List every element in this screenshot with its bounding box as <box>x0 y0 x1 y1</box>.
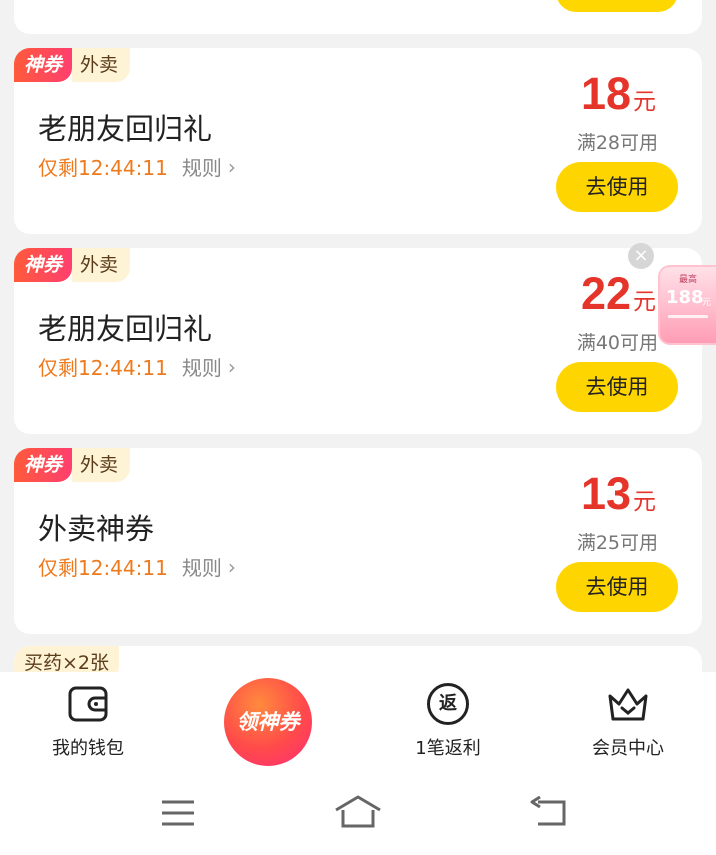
tab-member-label: 会员中心 <box>592 738 664 759</box>
shenquan-badge: 神券 <box>14 448 73 482</box>
use-button[interactable]: 去使用 <box>556 562 678 612</box>
ad-small-text: 最高 <box>678 275 697 285</box>
category-badge: 外卖 <box>72 48 131 82</box>
chevron-right-icon[interactable]: › <box>228 555 236 579</box>
ad-decoration <box>668 315 708 318</box>
category-badge: 外卖 <box>72 448 131 482</box>
close-icon[interactable]: × <box>628 243 654 269</box>
tab-wallet-label: 我的钱包 <box>52 738 124 759</box>
rule-link[interactable]: 规则 <box>182 552 222 581</box>
amount-value: 13 <box>580 468 631 519</box>
menu-icon[interactable] <box>160 798 196 832</box>
coupon-amount: 18 元 <box>581 68 656 120</box>
crown-icon <box>553 682 703 726</box>
previous-coupon-card <box>14 0 702 34</box>
amount-value: 18 <box>580 68 631 119</box>
coupon-card: 神券 外卖 外卖神券 仅剩12:44:11 规则 › 13 元 满25可用 去使… <box>14 448 702 634</box>
coupon-card: 神券 外卖 老朋友回归礼 仅剩12:44:11 规则 › 22 元 满40可用 … <box>14 248 702 434</box>
tab-rebate-label: 1笔返利 <box>415 738 481 759</box>
amount-unit: 元 <box>633 489 656 515</box>
home-icon[interactable] <box>333 794 383 834</box>
floating-red-packet-ad[interactable]: 最高 188 元 <box>658 265 716 345</box>
amount-value: 22 <box>580 268 631 319</box>
category-badge: 外卖 <box>72 248 131 282</box>
rule-link[interactable]: 规则 <box>182 352 222 381</box>
use-condition: 满28可用 <box>576 132 658 154</box>
tab-wallet[interactable]: 我的钱包 <box>13 682 163 760</box>
ad-unit: 元 <box>702 298 712 308</box>
amount-unit: 元 <box>633 289 656 315</box>
coupon-title: 外卖神券 <box>38 512 155 546</box>
chevron-right-icon[interactable]: › <box>228 355 236 379</box>
shenquan-badge: 神券 <box>14 48 73 82</box>
coupon-amount: 22 元 <box>581 268 656 320</box>
use-button[interactable]: 去使用 <box>556 162 678 212</box>
coupon-meta: 仅剩12:44:11 规则 › <box>38 152 236 181</box>
countdown-timer: 仅剩12:44:11 <box>38 356 168 380</box>
coupon-meta: 仅剩12:44:11 规则 › <box>38 552 236 581</box>
coupon-title: 老朋友回归礼 <box>38 312 213 346</box>
tab-rebate[interactable]: 返 1笔返利 <box>373 682 523 760</box>
system-nav-bar <box>0 770 716 855</box>
countdown-timer: 仅剩12:44:11 <box>38 556 168 580</box>
rule-link[interactable]: 规则 <box>182 152 222 181</box>
coupon-tag: 神券 外卖 <box>14 248 131 282</box>
rebate-icon: 返 <box>373 682 523 726</box>
use-condition: 满40可用 <box>576 332 658 354</box>
wallet-icon <box>13 682 163 726</box>
ad-amount: 188 <box>666 287 704 308</box>
use-button-partial[interactable] <box>556 0 678 12</box>
countdown-timer: 仅剩12:44:11 <box>38 156 168 180</box>
get-coupon-button[interactable]: 领神券 <box>224 678 312 766</box>
shenquan-badge: 神券 <box>14 248 73 282</box>
coupon-tag: 神券 外卖 <box>14 48 131 82</box>
coupon-tag: 神券 外卖 <box>14 448 131 482</box>
use-button[interactable]: 去使用 <box>556 362 678 412</box>
coupon-card: 神券 外卖 老朋友回归礼 仅剩12:44:11 规则 › 18 元 满28可用 … <box>14 48 702 234</box>
back-icon[interactable] <box>528 795 568 834</box>
rebate-icon-text: 返 <box>427 683 469 725</box>
chevron-right-icon[interactable]: › <box>228 155 236 179</box>
use-condition: 满25可用 <box>576 532 658 554</box>
amount-unit: 元 <box>633 89 656 115</box>
coupon-meta: 仅剩12:44:11 规则 › <box>38 352 236 381</box>
bottom-tab-bar: 我的钱包 领神券 返 1笔返利 会员中心 <box>0 672 716 770</box>
coupon-title: 老朋友回归礼 <box>38 112 213 146</box>
coupon-amount: 13 元 <box>581 468 656 520</box>
tab-member[interactable]: 会员中心 <box>553 682 703 760</box>
